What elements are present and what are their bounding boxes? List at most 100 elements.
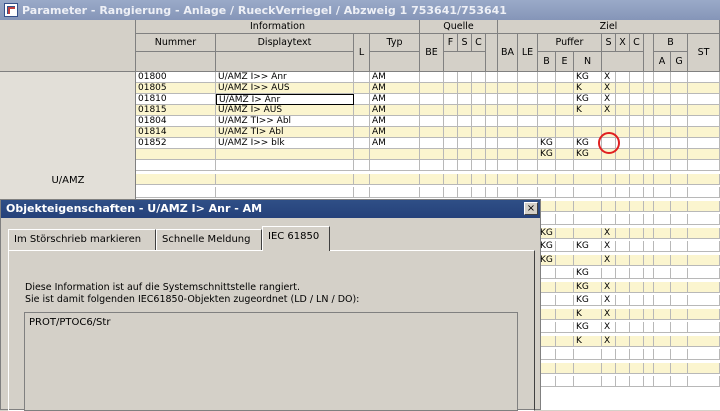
cell-c2[interactable] <box>630 281 644 293</box>
cell-st[interactable] <box>688 83 720 94</box>
cell-nummer[interactable] <box>136 187 216 198</box>
cell-c2[interactable] <box>630 105 644 116</box>
header-c2[interactable]: C <box>630 34 644 52</box>
cell-s[interactable]: X <box>602 72 616 83</box>
cell-c2[interactable] <box>630 227 644 239</box>
cell-a[interactable] <box>654 94 671 105</box>
cell-s[interactable]: X <box>602 94 616 105</box>
cell-s[interactable]: X <box>602 335 616 347</box>
table-row[interactable]: KG KG <box>136 149 720 160</box>
header-x[interactable]: X <box>616 34 630 52</box>
cell-st[interactable] <box>688 138 720 149</box>
table-row[interactable]: 01804 U/AMZ TI>> Abl AM <box>136 116 720 127</box>
cell-ba[interactable] <box>498 72 518 83</box>
header-nummer[interactable]: Nummer <box>136 34 216 52</box>
cell-a[interactable] <box>654 308 671 320</box>
cell-e[interactable] <box>556 200 574 212</box>
cell-g[interactable] <box>671 241 688 252</box>
cell-sp[interactable] <box>486 149 498 160</box>
header-g[interactable]: G <box>671 52 688 72</box>
cell-s[interactable] <box>602 173 616 185</box>
cell-a[interactable] <box>654 173 671 185</box>
cell-ba[interactable] <box>498 160 518 171</box>
header-f[interactable]: F <box>444 34 458 52</box>
header-displaytext[interactable]: Displaytext <box>216 34 354 52</box>
cell-c2[interactable] <box>630 376 644 387</box>
cell-sp[interactable] <box>486 173 498 185</box>
cell-text[interactable]: U/AMZ I>> AUS <box>216 83 354 94</box>
cell-l[interactable] <box>354 127 370 138</box>
cell-a[interactable] <box>654 149 671 160</box>
cell-n[interactable]: KG <box>574 268 602 279</box>
cell-g[interactable] <box>671 281 688 293</box>
cell-n[interactable]: K <box>574 105 602 116</box>
cell-sp2[interactable] <box>644 308 654 320</box>
cell-sp2[interactable] <box>644 149 654 160</box>
cell-a[interactable] <box>654 254 671 266</box>
cell-st[interactable] <box>688 72 720 83</box>
header-st[interactable]: ST <box>688 34 720 72</box>
cell-e[interactable] <box>556 149 574 160</box>
cell-s[interactable] <box>458 160 472 171</box>
cell-c2[interactable] <box>630 94 644 105</box>
cell-typ[interactable]: AM <box>370 105 420 116</box>
cell-c[interactable] <box>472 72 486 83</box>
table-row[interactable] <box>136 187 720 198</box>
cell-e[interactable] <box>556 227 574 239</box>
cell-text[interactable] <box>216 187 354 198</box>
table-row[interactable]: 01805 U/AMZ I>> AUS AM K X <box>136 83 720 94</box>
cell-sp[interactable] <box>486 94 498 105</box>
window-titlebar[interactable]: Parameter - Rangierung - Anlage / RueckV… <box>0 0 720 20</box>
cell-s[interactable] <box>602 268 616 279</box>
cell-sp2[interactable] <box>644 173 654 185</box>
cell-typ[interactable] <box>370 187 420 198</box>
cell-n[interactable] <box>574 160 602 171</box>
cell-st[interactable] <box>688 376 720 387</box>
cell-c2[interactable] <box>630 187 644 198</box>
cell-text[interactable] <box>216 149 354 160</box>
cell-typ[interactable] <box>370 173 420 185</box>
cell-f[interactable] <box>444 116 458 127</box>
cell-a[interactable] <box>654 295 671 306</box>
cell-a[interactable] <box>654 335 671 347</box>
cell-n[interactable]: K <box>574 335 602 347</box>
cell-sp2[interactable] <box>644 214 654 225</box>
cell-c[interactable] <box>472 83 486 94</box>
cell-x[interactable] <box>616 83 630 94</box>
cell-x[interactable] <box>616 335 630 347</box>
cell-st[interactable] <box>688 362 720 374</box>
cell-st[interactable] <box>688 335 720 347</box>
cell-be[interactable] <box>420 160 444 171</box>
cell-le[interactable] <box>518 94 538 105</box>
cell-b[interactable] <box>538 94 556 105</box>
cell-nummer[interactable]: 01810 <box>136 94 216 105</box>
cell-s[interactable]: X <box>602 83 616 94</box>
cell-st[interactable] <box>688 214 720 225</box>
cell-e[interactable] <box>556 254 574 266</box>
cell-l[interactable] <box>354 138 370 149</box>
cell-a[interactable] <box>654 138 671 149</box>
cell-s[interactable]: X <box>602 281 616 293</box>
cell-n[interactable]: KG <box>574 241 602 252</box>
cell-s[interactable]: X <box>602 105 616 116</box>
cell-sp2[interactable] <box>644 200 654 212</box>
cell-a[interactable] <box>654 349 671 360</box>
tab-stoerschrieb[interactable]: Im Störschrieb markieren <box>8 229 156 250</box>
cell-n[interactable] <box>574 214 602 225</box>
cell-c2[interactable] <box>630 160 644 171</box>
cell-f[interactable] <box>444 94 458 105</box>
cell-typ[interactable] <box>370 160 420 171</box>
cell-g[interactable] <box>671 362 688 374</box>
header-be[interactable]: BE <box>420 34 444 72</box>
cell-s[interactable] <box>602 376 616 387</box>
table-row[interactable]: 01852 U/AMZ I>> blk AM KG KG <box>136 138 720 149</box>
cell-c[interactable] <box>472 138 486 149</box>
cell-e[interactable] <box>556 83 574 94</box>
cell-a[interactable] <box>654 72 671 83</box>
table-row[interactable]: 01815 U/AMZ I> AUS AM K X <box>136 105 720 116</box>
cell-be[interactable] <box>420 116 444 127</box>
header-s2[interactable]: S <box>602 34 616 52</box>
cell-n[interactable] <box>574 227 602 239</box>
cell-x[interactable] <box>616 376 630 387</box>
cell-b[interactable] <box>538 116 556 127</box>
